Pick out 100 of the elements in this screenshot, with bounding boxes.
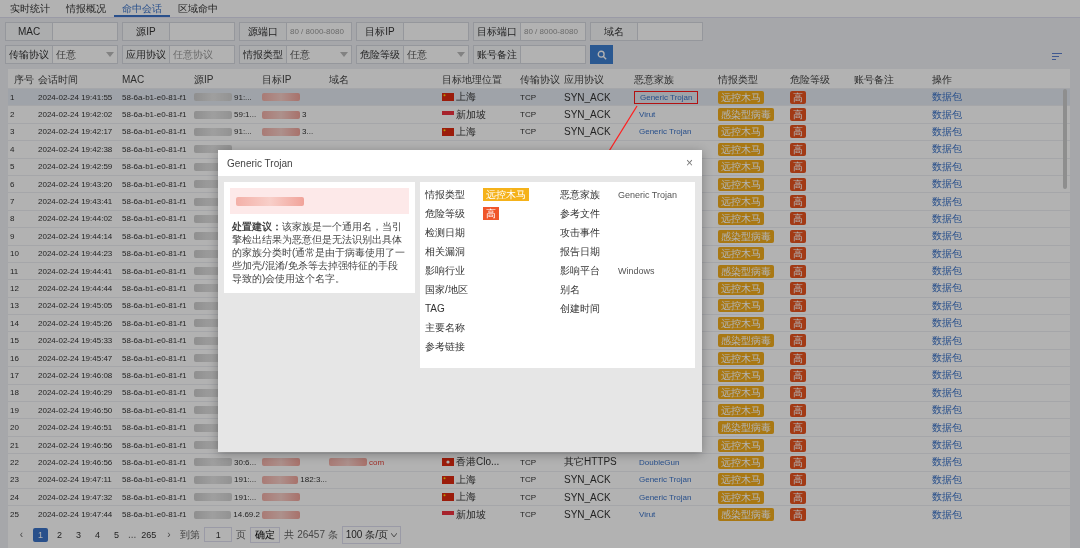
page-button[interactable]: 5 — [109, 527, 124, 542]
risk-tag: 高 — [790, 195, 806, 209]
filter-field[interactable]: 危险等级 任意 — [356, 45, 469, 64]
risk-tag: 高 — [790, 299, 806, 313]
table-cell: SYN_ACK — [564, 126, 611, 138]
packet-link[interactable]: 数据包 — [932, 90, 962, 105]
packet-link[interactable]: 数据包 — [932, 211, 962, 226]
risk-tag: 高 — [790, 160, 806, 174]
page-button[interactable]: 1 — [33, 527, 48, 542]
packet-link[interactable]: 数据包 — [932, 107, 962, 122]
packet-link[interactable]: 数据包 — [932, 438, 962, 452]
filter-field[interactable]: 传输协议 任意 — [5, 45, 118, 64]
table-cell: 2024-02-24 19:47:32 — [38, 492, 113, 502]
table-cell: TCP — [520, 492, 536, 502]
intel-tag: 感染型病毒 — [718, 508, 774, 522]
packet-link[interactable]: 数据包 — [932, 403, 962, 418]
packet-link[interactable]: 数据包 — [932, 420, 962, 435]
field-value: Generic Trojan — [618, 189, 678, 200]
table-cell: 58-6a-b1-e0-81-f1 — [122, 475, 187, 485]
table-cell: 58-6a-b1-e0-81-f1 — [122, 214, 187, 224]
packet-link[interactable]: 数据包 — [932, 246, 962, 261]
intel-tag: 远控木马 — [718, 473, 764, 487]
table-cell-text: 6 — [9, 178, 16, 191]
packet-link[interactable]: 数据包 — [932, 368, 962, 383]
tab[interactable]: 情报概况 — [58, 0, 114, 17]
tab[interactable]: 实时统计 — [2, 0, 58, 17]
column-header: 目标IP — [261, 72, 293, 87]
page-button[interactable]: 3 — [71, 527, 86, 542]
table-cell-text: 20 — [9, 422, 20, 435]
field-label: 影响平台 — [560, 263, 601, 278]
confirm-button[interactable]: 确定 — [250, 526, 281, 543]
packet-link[interactable]: 数据包 — [932, 177, 962, 192]
packet-link[interactable]: 数据包 — [932, 264, 962, 279]
table-cell: 2024-02-24 19:46:56 — [38, 440, 113, 450]
packet-link[interactable]: 数据包 — [932, 333, 962, 348]
packet-link[interactable]: 数据包 — [932, 316, 962, 331]
page-size-select[interactable]: 100 条/页 — [341, 525, 401, 544]
packet-link[interactable]: 数据包 — [932, 229, 962, 244]
table-cell-text: 18 — [9, 387, 20, 400]
pagination-ellipsis: ... — [128, 529, 137, 541]
filter-field[interactable]: 目标IP — [356, 22, 469, 41]
table-cell: SYN_ACK — [564, 109, 611, 121]
risk-tag: 高 — [790, 386, 806, 400]
page-input[interactable]: 1 — [204, 527, 233, 543]
packet-link[interactable]: 数据包 — [932, 298, 962, 313]
table-cell-text: 21 — [9, 439, 20, 452]
tab[interactable]: 区域命中 — [170, 0, 226, 17]
packet-link[interactable]: 数据包 — [932, 351, 962, 366]
packet-link[interactable]: 数据包 — [932, 124, 962, 139]
close-button[interactable]: × — [686, 156, 693, 170]
packet-link[interactable]: 数据包 — [932, 281, 962, 296]
packet-link[interactable]: 数据包 — [932, 385, 962, 400]
table-cell-text: 19 — [9, 404, 20, 417]
table-cell-text: 9 — [9, 230, 16, 243]
field-label: 相关漏洞 — [425, 244, 466, 259]
filter-field[interactable]: 应用协议 任意协议 — [122, 45, 235, 64]
page-button[interactable]: 265 — [140, 527, 158, 542]
filter-field[interactable]: 源IP — [122, 22, 235, 41]
family-link[interactable]: Generic Trojan — [634, 125, 697, 139]
table-cell: 14.69.2 — [233, 510, 260, 520]
packet-link[interactable]: 数据包 — [932, 142, 962, 157]
packet-link[interactable]: 数据包 — [932, 472, 962, 487]
filter-field[interactable]: 情报类型 任意 — [239, 45, 352, 64]
page-button[interactable]: 4 — [90, 527, 105, 542]
table-cell: 58-6a-b1-e0-81-f1 — [122, 370, 187, 380]
prev-page-button[interactable]: ‹ — [14, 527, 29, 542]
family-link[interactable]: Virut — [634, 108, 661, 122]
page-button[interactable]: 2 — [52, 527, 67, 542]
table-cell: SYN_ACK — [564, 91, 611, 103]
family-link[interactable]: Generic Trojan — [634, 90, 699, 104]
table-cell: TCP — [520, 457, 536, 467]
packet-link[interactable]: 数据包 — [932, 455, 962, 470]
next-page-button[interactable]: › — [161, 527, 177, 542]
table-cell: 2024-02-24 19:44:44 — [38, 284, 113, 293]
packet-link[interactable]: 数据包 — [932, 490, 962, 505]
filter-field[interactable]: 账号备注 — [473, 45, 586, 64]
tab[interactable]: 命中会话 — [114, 0, 170, 17]
filter-field[interactable]: MAC — [5, 22, 118, 41]
table-cell-text: 24 — [9, 491, 20, 504]
table-cell: 58-6a-b1-e0-81-f1 — [122, 336, 187, 346]
family-link[interactable]: Virut — [634, 508, 661, 522]
packet-link[interactable]: 数据包 — [932, 159, 962, 174]
family-link[interactable]: Generic Trojan — [634, 490, 697, 504]
table-cell: 2024-02-24 19:47:44 — [38, 510, 113, 520]
family-link[interactable]: Generic Trojan — [634, 473, 697, 487]
table-cell-text: 1 — [9, 91, 16, 104]
table-cell-text: 16 — [9, 352, 20, 365]
field-label: 参考文件 — [560, 206, 601, 221]
field-tag: 远控木马 — [483, 188, 529, 201]
table-cell: 182:3... — [300, 475, 327, 485]
intel-tag: 远控木马 — [718, 212, 764, 226]
packet-link[interactable]: 数据包 — [932, 507, 962, 522]
table-cell: 191:... — [234, 492, 257, 502]
table-cell: TCP — [520, 110, 536, 120]
table-cell: 2024-02-24 19:43:41 — [38, 197, 113, 207]
table-cell: 上海 — [456, 124, 476, 139]
family-link[interactable]: DoubleGun — [634, 455, 685, 469]
intel-tag: 远控木马 — [718, 403, 764, 417]
packet-link[interactable]: 数据包 — [932, 194, 962, 209]
filter-field[interactable]: 域名 — [590, 22, 703, 41]
